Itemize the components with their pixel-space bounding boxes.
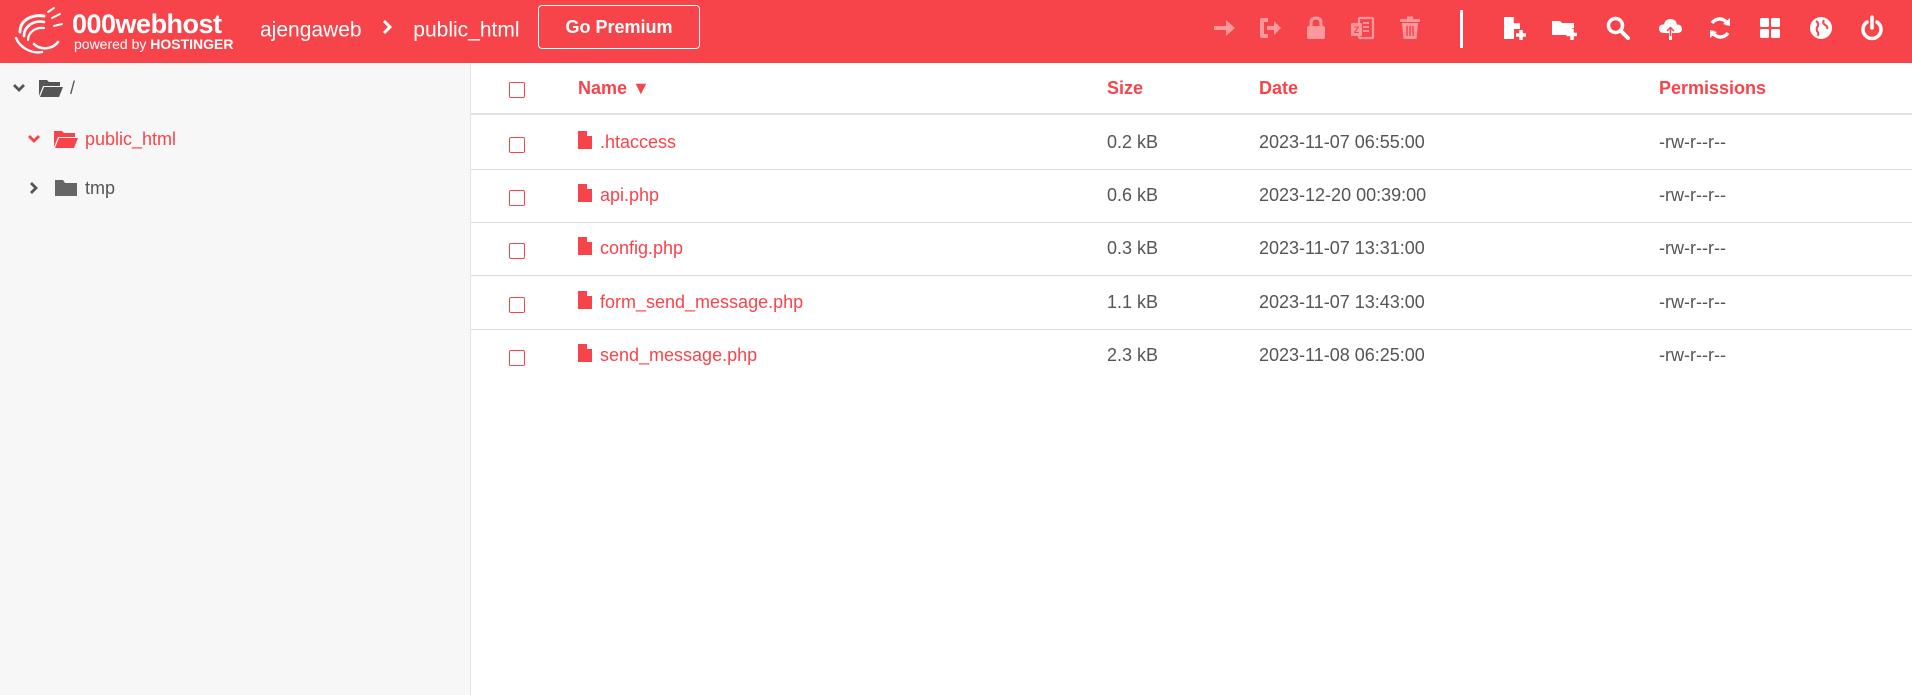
file-name[interactable]: send_message.php bbox=[600, 345, 757, 366]
folder-open-icon bbox=[54, 131, 78, 148]
file-permissions[interactable]: -rw-r--r-- bbox=[1659, 132, 1726, 153]
chevron-right-icon bbox=[381, 17, 393, 43]
breadcrumb-site[interactable]: ajengaweb bbox=[260, 18, 362, 41]
tree-item-public-html[interactable]: public_html bbox=[27, 124, 176, 154]
brand-name: 000webhost bbox=[72, 9, 222, 39]
search-icon[interactable] bbox=[1604, 14, 1632, 42]
file-icon bbox=[578, 291, 592, 309]
power-icon[interactable] bbox=[1858, 14, 1886, 42]
powered-by-label: powered by bbox=[74, 36, 147, 52]
table-row[interactable]: form_send_message.php 1.1 kB 2023-11-07 … bbox=[471, 277, 1912, 330]
folder-open-icon bbox=[39, 80, 63, 97]
move-arrow-icon[interactable] bbox=[1210, 14, 1238, 42]
file-name[interactable]: form_send_message.php bbox=[600, 292, 803, 313]
column-permissions[interactable]: Permissions bbox=[1659, 78, 1766, 99]
table-row[interactable]: api.php 0.6 kB 2023-12-20 00:39:00 -rw-r… bbox=[471, 170, 1912, 223]
tree-root[interactable]: / bbox=[12, 73, 75, 103]
file-icon bbox=[578, 131, 592, 149]
file-size: 2.3 kB bbox=[1107, 345, 1159, 365]
tree-item-label: public_html bbox=[85, 128, 177, 149]
file-size: 0.3 kB bbox=[1107, 238, 1159, 258]
file-date: 2023-11-07 13:43:00 bbox=[1259, 292, 1425, 312]
file-permissions[interactable]: -rw-r--r-- bbox=[1659, 185, 1726, 206]
upload-cloud-icon[interactable] bbox=[1656, 14, 1684, 42]
new-file-icon[interactable] bbox=[1500, 14, 1528, 42]
select-all-checkbox[interactable] bbox=[509, 82, 525, 98]
file-date: 2023-11-08 06:25:00 bbox=[1259, 345, 1425, 365]
file-size: 0.6 kB bbox=[1107, 185, 1159, 205]
lock-icon[interactable] bbox=[1302, 14, 1330, 42]
row-checkbox[interactable] bbox=[509, 190, 525, 206]
column-name[interactable]: Name ▼ bbox=[578, 78, 650, 99]
row-checkbox[interactable] bbox=[509, 137, 525, 153]
file-date: 2023-11-07 13:31:00 bbox=[1259, 238, 1425, 258]
company-name: HOSTINGER bbox=[150, 36, 234, 52]
brand-tagline: powered by HOSTINGER bbox=[74, 36, 234, 52]
sign-out-icon[interactable] bbox=[1256, 14, 1284, 42]
webhost-logo-icon bbox=[14, 7, 63, 54]
chevron-down-icon[interactable] bbox=[12, 81, 26, 95]
row-checkbox[interactable] bbox=[509, 350, 525, 366]
brand-logo[interactable]: 000webhost powered by HOSTINGER bbox=[10, 6, 240, 56]
grid-icon[interactable] bbox=[1756, 14, 1784, 42]
file-name[interactable]: api.php bbox=[600, 185, 659, 206]
sort-desc-icon: ▼ bbox=[632, 78, 650, 98]
file-name[interactable]: .htaccess bbox=[600, 132, 676, 153]
tree-item-tmp[interactable]: tmp bbox=[27, 173, 115, 203]
column-date[interactable]: Date bbox=[1259, 78, 1298, 99]
file-date: 2023-11-07 06:55:00 bbox=[1259, 132, 1425, 152]
trash-icon[interactable] bbox=[1396, 14, 1424, 42]
file-size: 1.1 kB bbox=[1107, 292, 1159, 312]
breadcrumb-folder[interactable]: public_html bbox=[413, 18, 519, 41]
compress-icon[interactable]: Z bbox=[1348, 14, 1376, 42]
file-list: Name ▼ Size Date Permissions .htaccess 0… bbox=[471, 63, 1912, 695]
table-header: Name ▼ Size Date Permissions bbox=[471, 63, 1912, 115]
chevron-down-icon[interactable] bbox=[27, 132, 41, 146]
file-icon bbox=[578, 184, 592, 202]
top-bar: 000webhost powered by HOSTINGER ajengawe… bbox=[0, 0, 1912, 63]
file-date: 2023-12-20 00:39:00 bbox=[1259, 185, 1427, 205]
tree-root-label: / bbox=[70, 77, 76, 98]
table-row[interactable]: send_message.php 2.3 kB 2023-11-08 06:25… bbox=[471, 330, 1912, 383]
folder-tree-sidebar: / public_html tmp bbox=[0, 63, 471, 695]
go-premium-button[interactable]: Go Premium bbox=[538, 5, 700, 49]
file-size: 0.2 kB bbox=[1107, 132, 1159, 152]
file-permissions[interactable]: -rw-r--r-- bbox=[1659, 238, 1726, 259]
toolbar-divider bbox=[1460, 10, 1463, 48]
file-icon bbox=[578, 237, 592, 255]
file-permissions[interactable]: -rw-r--r-- bbox=[1659, 292, 1726, 313]
breadcrumb: ajengaweb public_html bbox=[260, 17, 520, 43]
globe-icon[interactable] bbox=[1807, 14, 1835, 42]
chevron-right-icon[interactable] bbox=[27, 181, 41, 195]
folder-icon bbox=[55, 180, 77, 196]
file-name[interactable]: config.php bbox=[600, 238, 683, 259]
row-checkbox[interactable] bbox=[509, 297, 525, 313]
new-folder-icon[interactable] bbox=[1550, 14, 1578, 42]
file-permissions[interactable]: -rw-r--r-- bbox=[1659, 345, 1726, 366]
tree-item-label: tmp bbox=[85, 177, 116, 198]
row-checkbox[interactable] bbox=[509, 243, 525, 259]
table-row[interactable]: .htaccess 0.2 kB 2023-11-07 06:55:00 -rw… bbox=[471, 117, 1912, 170]
table-row[interactable]: config.php 0.3 kB 2023-11-07 13:31:00 -r… bbox=[471, 223, 1912, 276]
svg-text:Z: Z bbox=[1354, 25, 1360, 35]
refresh-icon[interactable] bbox=[1706, 14, 1734, 42]
file-icon bbox=[578, 344, 592, 362]
column-size[interactable]: Size bbox=[1107, 78, 1143, 99]
